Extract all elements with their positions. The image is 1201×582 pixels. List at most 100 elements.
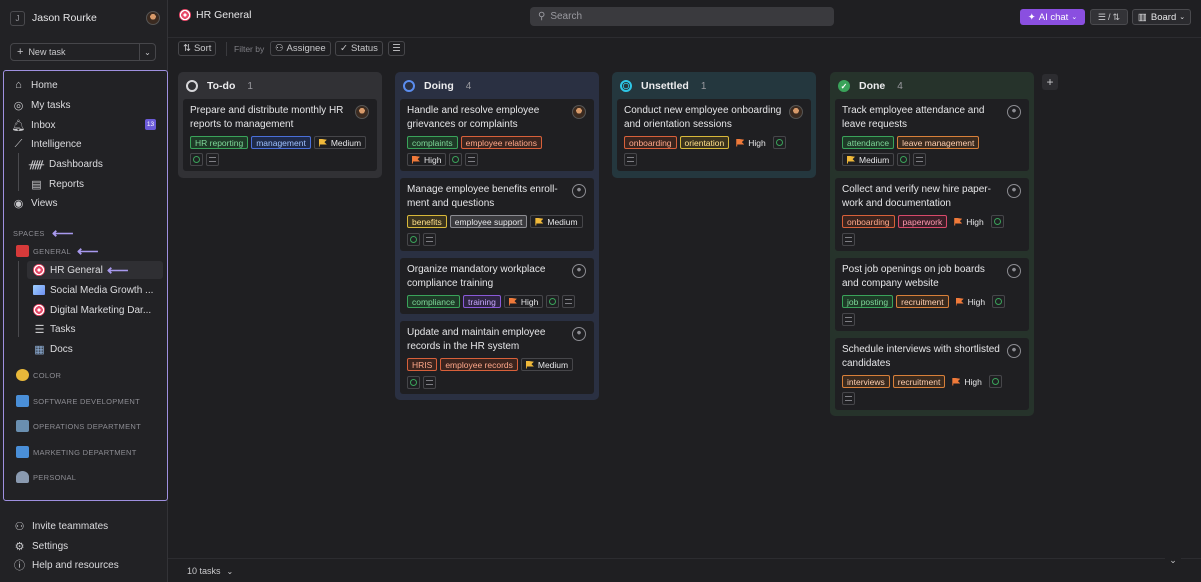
board-view-button[interactable]: ▥ Board ⌄ <box>1132 9 1191 25</box>
status-filter-button[interactable]: ✓ Status <box>335 41 383 56</box>
description-button[interactable] <box>465 153 479 166</box>
invite-teammates-link[interactable]: ⚇ Invite teammates <box>13 518 109 534</box>
unassigned-avatar-icon[interactable] <box>1007 344 1021 358</box>
priority-badge[interactable]: Medium <box>520 358 574 371</box>
filter-sort-button[interactable]: ☰ / ⇅ <box>1090 9 1128 25</box>
description-button[interactable] <box>913 153 927 166</box>
unassigned-avatar-icon[interactable] <box>572 264 586 278</box>
unassigned-avatar-icon[interactable] <box>572 184 586 198</box>
subtask-button[interactable] <box>449 153 463 166</box>
task-card[interactable]: Manage employee benefits enroll­ment and… <box>400 178 594 251</box>
more-filters-button[interactable]: ☰ <box>388 41 405 56</box>
space-item-digital-marketing[interactable]: Digital Marketing Dar... <box>33 302 151 318</box>
subtask-button[interactable] <box>988 375 1002 388</box>
subtask-button[interactable] <box>897 153 911 166</box>
subtask-button[interactable] <box>992 295 1006 308</box>
nav-home[interactable]: ⌂ Home <box>12 77 58 93</box>
settings-link[interactable]: ⚙ Settings <box>13 538 69 554</box>
subtask-button[interactable] <box>772 136 786 149</box>
sort-button[interactable]: ⇅ Sort <box>178 41 217 56</box>
assignee-avatar[interactable] <box>789 105 803 119</box>
subtask-button[interactable] <box>407 376 420 389</box>
tag[interactable]: leave management <box>897 136 980 149</box>
subtask-button[interactable] <box>990 215 1004 228</box>
subtask-button[interactable] <box>190 153 203 166</box>
priority-badge[interactable]: Medium <box>313 136 367 149</box>
task-card[interactable]: Schedule interviews with short­listed ca… <box>835 338 1029 410</box>
tag[interactable]: HRIS <box>407 358 438 371</box>
nav-intelligence[interactable]: ⟋ Intelligence <box>12 136 82 152</box>
tag[interactable]: benefits <box>407 215 447 228</box>
tag[interactable]: onboarding <box>624 136 677 149</box>
tag[interactable]: compliance <box>407 295 460 308</box>
user-avatar[interactable] <box>146 11 160 25</box>
add-column-button[interactable]: + <box>1042 74 1058 90</box>
tag[interactable]: onboarding <box>842 215 895 228</box>
tag[interactable]: orientation <box>679 136 730 149</box>
tag[interactable]: recruitment <box>892 375 946 388</box>
space-item-docs[interactable]: ▦ Docs <box>33 341 73 357</box>
collapse-chevron-icon[interactable]: ⌄ <box>1165 553 1181 567</box>
space-operations[interactable]: OPERATIONS DEPARTMENT <box>16 419 141 433</box>
nav-views[interactable]: ◉ Views <box>12 195 58 211</box>
unassigned-avatar-icon[interactable] <box>1007 264 1021 278</box>
task-count-dropdown[interactable]: 10 tasks ⌄ <box>187 566 233 576</box>
task-card[interactable]: Post job openings on job boards and comp… <box>835 258 1029 331</box>
tag[interactable]: attendance <box>842 136 895 149</box>
description-button[interactable] <box>423 233 436 246</box>
priority-badge[interactable]: High <box>503 295 544 308</box>
search-input[interactable]: ⚲ Search <box>530 7 834 26</box>
tag[interactable]: employee relations <box>460 136 542 149</box>
nav-inbox[interactable]: 🔔︎ Inbox <box>12 117 56 133</box>
description-button[interactable] <box>842 313 855 326</box>
space-item-social-media[interactable]: Social Media Growth ... <box>33 282 153 298</box>
tag[interactable]: HR reporting <box>190 136 249 149</box>
tag[interactable]: employee records <box>440 358 518 371</box>
tag[interactable]: employee support <box>449 215 528 228</box>
task-card[interactable]: Handle and resolve employee grievances o… <box>400 99 594 171</box>
description-button[interactable] <box>842 392 855 405</box>
space-item-tasks[interactable]: ☰ Tasks <box>33 321 76 337</box>
description-button[interactable] <box>562 295 576 308</box>
chevron-down-icon[interactable]: ⌄ <box>139 44 155 60</box>
space-color[interactable]: COLOR <box>16 368 61 382</box>
priority-badge[interactable]: High <box>950 215 987 228</box>
help-link[interactable]: ⓘ Help and resources <box>13 557 119 573</box>
priority-badge[interactable]: High <box>948 375 985 388</box>
priority-badge[interactable]: Medium <box>842 153 895 166</box>
unassigned-avatar-icon[interactable] <box>1007 184 1021 198</box>
new-task-button[interactable]: + New task ⌄ <box>10 43 156 61</box>
subtask-button[interactable] <box>546 295 560 308</box>
priority-badge[interactable]: Medium <box>530 215 583 228</box>
assignee-filter-button[interactable]: ⚇ Assignee <box>270 41 331 56</box>
priority-badge[interactable]: High <box>407 153 447 166</box>
nav-reports[interactable]: ▤ Reports <box>30 176 84 192</box>
space-personal[interactable]: PERSONAL <box>16 470 76 484</box>
space-general[interactable]: GENERAL <box>16 244 71 258</box>
tag[interactable]: interviews <box>842 375 890 388</box>
task-card[interactable]: Conduct new employee onboard­ing and ori… <box>617 99 811 171</box>
task-card[interactable]: Organize mandatory workplace compliance … <box>400 258 594 314</box>
description-button[interactable] <box>624 153 637 166</box>
description-button[interactable] <box>842 233 855 246</box>
priority-badge[interactable]: High <box>952 295 989 308</box>
tag[interactable]: training <box>463 295 501 308</box>
task-card[interactable]: Collect and verify new hire paper­work a… <box>835 178 1029 251</box>
assignee-avatar[interactable] <box>355 105 369 119</box>
subtask-button[interactable] <box>407 233 420 246</box>
unassigned-avatar-icon[interactable] <box>572 327 586 341</box>
unassigned-avatar-icon[interactable] <box>1007 105 1021 119</box>
tag[interactable]: complaints <box>407 136 458 149</box>
task-card[interactable]: Update and maintain employee records in … <box>400 321 594 394</box>
nav-my-tasks[interactable]: ◎ My tasks <box>12 97 71 113</box>
description-button[interactable] <box>423 376 436 389</box>
tag[interactable]: paperwork <box>897 215 948 228</box>
description-button[interactable] <box>206 153 219 166</box>
assignee-avatar[interactable] <box>572 105 586 119</box>
tag[interactable]: management <box>251 136 311 149</box>
space-software-development[interactable]: SOFTWARE DEVELOPMENT <box>16 394 140 408</box>
space-marketing[interactable]: MARKETING DEPARTMENT <box>16 445 137 459</box>
space-item-hr-general[interactable]: HR General <box>33 262 103 278</box>
task-card[interactable]: Track employee attendance and leave requ… <box>835 99 1029 171</box>
task-card[interactable]: Prepare and distribute monthly HR report… <box>183 99 377 171</box>
